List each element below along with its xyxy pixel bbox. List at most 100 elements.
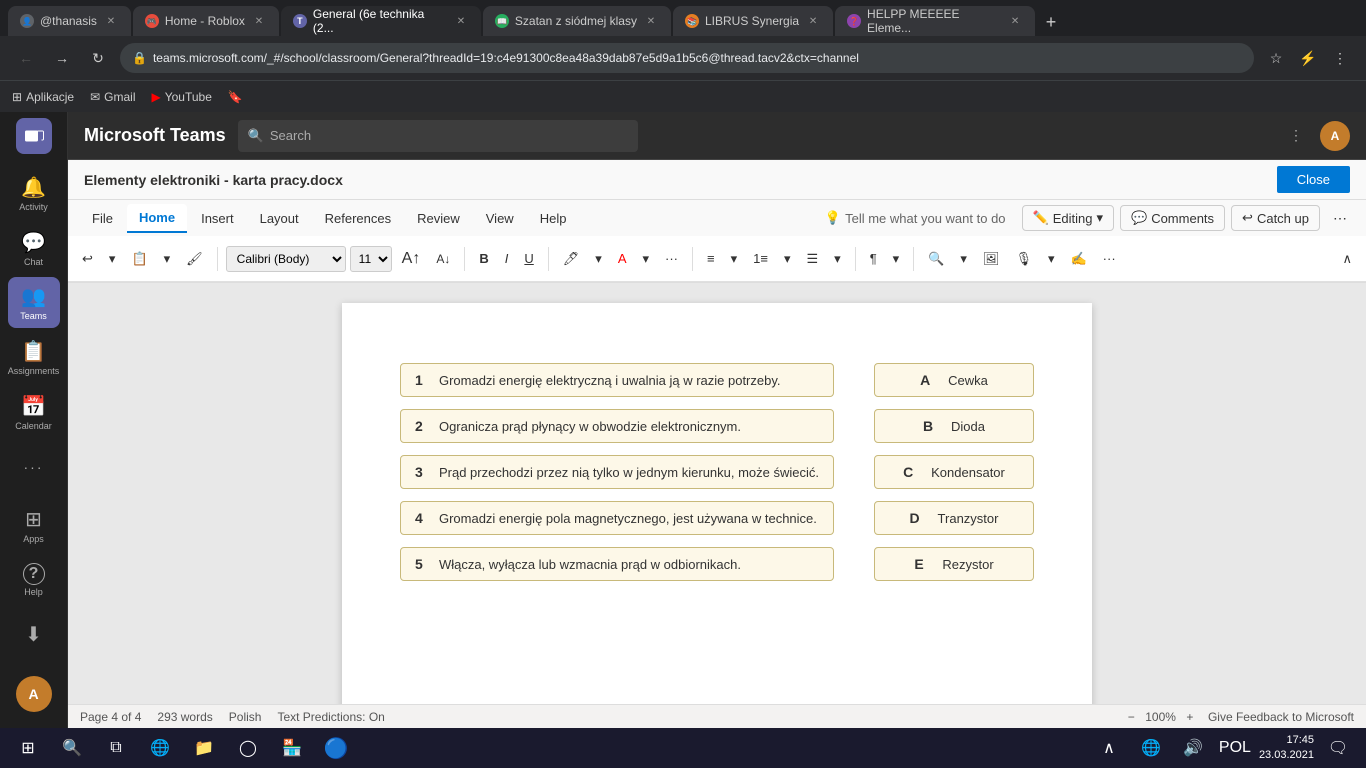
increase-font-button[interactable]: A↑ [396,243,427,275]
tab-insert[interactable]: Insert [189,205,246,232]
system-tray-up[interactable]: ∧ [1091,730,1127,766]
cortana-button[interactable]: ◯ [230,730,266,766]
dictate-dropdown[interactable]: ▾ [1042,243,1061,275]
undo-button[interactable]: ↩ [76,243,99,275]
tab-references[interactable]: References [313,205,403,232]
decrease-font-button[interactable]: A↓ [430,243,456,275]
sidebar-item-help[interactable]: ? Help [8,555,60,606]
back-button[interactable]: ← [12,44,40,72]
network-icon[interactable]: 🌐 [1133,730,1169,766]
sidebar-item-teams[interactable]: 👥 Teams [8,277,60,328]
feedback-link[interactable]: Give Feedback to Microsoft [1208,710,1354,724]
new-tab-button[interactable]: + [1037,8,1065,36]
underline-button[interactable]: U [518,243,539,275]
extension-icon[interactable]: ⚡ [1294,44,1322,72]
search-taskbar-button[interactable]: 🔍 [54,730,90,766]
tab-close-2[interactable]: ✕ [251,13,267,29]
tell-me-input[interactable]: 💡 Tell me what you want to do [815,206,1016,230]
tab-view[interactable]: View [474,205,526,232]
numbering-button[interactable]: 1≡ [747,243,774,275]
tab-close-6[interactable]: ✕ [1007,13,1023,29]
format-painter-button[interactable]: 🖌 [180,243,209,275]
paragraph-dropdown[interactable]: ▾ [887,243,906,275]
dictate-button[interactable]: 🎙 [1009,243,1038,275]
volume-icon[interactable]: 🔊 [1175,730,1211,766]
zoom-in-button[interactable]: + [1180,707,1200,727]
sidebar-item-chat[interactable]: 💬 Chat [8,223,60,274]
font-color-button[interactable]: A [612,243,633,275]
tab-close-4[interactable]: ✕ [643,13,659,29]
align-button[interactable]: ☰ [801,243,825,275]
start-button[interactable]: ⊞ [10,730,46,766]
bookmark-gmail[interactable]: ✉ Gmail [90,90,135,104]
paragraph-marks-button[interactable]: ¶ [864,243,883,275]
tab-thanasis[interactable]: 👤 @thanasis ✕ [8,6,131,36]
clipboard-button[interactable]: 📋 [125,243,153,275]
bullets-dropdown[interactable]: ▾ [725,243,744,275]
find-dropdown[interactable]: ▾ [954,243,973,275]
reload-button[interactable]: ↻ [84,44,112,72]
italic-button[interactable]: I [499,243,515,275]
topbar-more-button[interactable]: ⋮ [1282,122,1310,150]
zoom-out-button[interactable]: − [1121,707,1141,727]
collapse-ribbon-button[interactable]: ∧ [1336,243,1358,275]
editing-button[interactable]: ✏️ Editing ▾ [1022,205,1114,231]
editor-button[interactable]: ✍ [1064,243,1092,275]
bookmark-icon[interactable]: ☆ [1262,44,1290,72]
toolbar-more-button[interactable]: ··· [659,243,684,275]
sidebar-item-apps[interactable]: ⊞ Apps [8,500,60,551]
font-color-dropdown[interactable]: ▾ [636,243,655,275]
bookmark-aplikacje[interactable]: ⊞ Aplikacje [12,90,74,104]
notifications-button[interactable]: 🗨 [1320,730,1356,766]
undo-dropdown[interactable]: ▾ [103,243,122,275]
address-bar[interactable]: 🔒 teams.microsoft.com/_#/school/classroo… [120,43,1254,73]
chrome-button[interactable]: 🔵 [318,730,354,766]
topbar-avatar[interactable]: A [1320,121,1350,151]
bookmark-other[interactable]: 🔖 [228,90,243,104]
sidebar-item-more[interactable]: ··· [8,441,60,492]
numbering-dropdown[interactable]: ▾ [778,243,797,275]
ribbon-more-button[interactable]: ⋯ [1326,204,1354,232]
font-size-select[interactable]: 11 [350,246,392,272]
file-explorer-button[interactable]: 📁 [186,730,222,766]
close-button[interactable]: Close [1277,166,1350,193]
tab-teams[interactable]: T General (6e technika (2... ✕ [281,6,481,36]
tab-szatan[interactable]: 📖 Szatan z siódmej klasy ✕ [483,6,671,36]
tab-close-1[interactable]: ✕ [103,13,119,29]
store-button[interactable]: 🏪 [274,730,310,766]
settings-icon[interactable]: ⋮ [1326,44,1354,72]
bookmark-youtube[interactable]: ▶ YouTube [152,90,212,104]
picture-button[interactable]: 🖼 [977,243,1006,275]
highlight-button[interactable]: 🖊 [557,243,586,275]
tab-librus[interactable]: 📚 LIBRUS Synergia ✕ [673,6,833,36]
toolbar-extra-button[interactable]: ··· [1097,243,1122,275]
font-select[interactable]: Calibri (Body) [226,246,346,272]
tab-file[interactable]: File [80,205,125,232]
sidebar-item-activity[interactable]: 🔔 Activity [8,168,60,219]
sidebar-item-download[interactable]: ⬇ [8,609,60,660]
tab-close-3[interactable]: ✕ [453,13,469,29]
tab-review[interactable]: Review [405,205,472,232]
tab-home[interactable]: Home [127,204,187,233]
clipboard-dropdown[interactable]: ▾ [158,243,177,275]
comments-button[interactable]: 💬 Comments [1120,205,1225,231]
highlight-dropdown[interactable]: ▾ [589,243,608,275]
tab-layout[interactable]: Layout [248,205,311,232]
language-indicator[interactable]: POL [1217,730,1253,766]
bullets-button[interactable]: ≡ [701,243,721,275]
tab-roblox[interactable]: 🎮 Home - Roblox ✕ [133,6,279,36]
user-avatar[interactable]: A [16,676,52,712]
sidebar-item-calendar[interactable]: 📅 Calendar [8,387,60,438]
find-button[interactable]: 🔍 [922,243,950,275]
sidebar-item-assignments[interactable]: 📋 Assignments [8,332,60,383]
bold-button[interactable]: B [473,243,494,275]
edge-button[interactable]: 🌐 [142,730,178,766]
teams-search[interactable]: 🔍 Search [238,120,638,152]
tab-close-5[interactable]: ✕ [805,13,821,29]
forward-button[interactable]: → [48,44,76,72]
task-view-button[interactable]: ⧉ [98,730,134,766]
align-dropdown[interactable]: ▾ [828,243,847,275]
catchup-button[interactable]: ↩ Catch up [1231,205,1320,231]
tab-help[interactable]: Help [528,205,579,232]
tab-helpp[interactable]: ❓ HELPP MEEEEE Eleme... ✕ [835,6,1035,36]
